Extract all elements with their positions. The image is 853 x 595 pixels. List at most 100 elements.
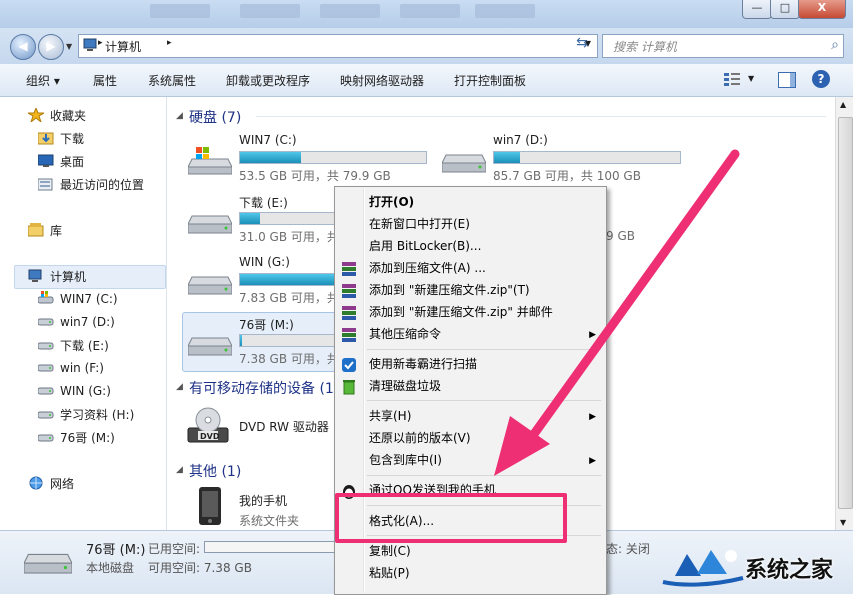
menu-item-open[interactable]: 打开(O) [369,191,414,213]
dvd-drive-item[interactable]: DVD DVD RW 驱动器 [184,402,334,452]
group-header-hdd[interactable]: 硬盘 (7) [189,107,241,127]
sidebar-item-computer[interactable]: 计算机 [28,268,86,288]
annotation-arrow [494,149,740,476]
details-drive-name: 76哥 (M:) [86,543,146,558]
back-button[interactable]: ◀ [10,34,36,60]
menu-item-open-new-window[interactable]: 在新窗口中打开(E) [369,213,470,235]
sidebar-item-drive[interactable]: 76哥 (M:) [37,429,115,449]
drive-item-e[interactable]: 下载 (E:) 31.0 GB 可用，共 [184,194,427,246]
organize-button[interactable]: 组织 ▾ [26,72,60,89]
network-icon [28,476,44,490]
menu-item-share[interactable]: 共享(H) [369,405,411,427]
phone-type: 系统文件夹 [239,514,300,528]
drive-icon [37,383,54,397]
antivirus-icon [342,358,356,372]
collapse-icon[interactable]: ◢ [176,111,183,121]
open-control-panel-button[interactable]: 打开控制面板 [454,72,526,89]
drive-icon [188,276,232,295]
drive-name: 下载 (E:) [239,196,288,210]
help-icon[interactable]: ? [812,70,830,88]
breadcrumb-chevron-icon[interactable]: ▸ [167,38,172,48]
system-drive-icon [37,291,54,305]
maximize-button[interactable]: □ [770,0,800,19]
sidebar-item-drive[interactable]: 学习资料 (H:) [37,406,134,426]
collapse-icon[interactable]: ◢ [176,382,183,392]
sidebar-item-desktop[interactable]: 桌面 [37,153,84,173]
drive-icon [188,337,232,356]
phone-icon [199,487,221,525]
drive-name: WIN (G:) [239,255,290,269]
recent-places-icon [37,177,54,191]
drive-size: 53.5 GB 可用，共 79.9 GB [239,169,391,183]
sidebar-item-favorites[interactable]: 收藏夹 [26,106,86,127]
drive-item-g[interactable]: WIN (G:) 7.83 GB 可用，共 [184,255,427,307]
system-drive-icon [188,147,232,175]
details-state: 态: 关闭 [606,542,650,556]
phone-item[interactable]: 我的手机 系统文件夹 [184,484,334,530]
sidebar-item-network[interactable]: 网络 [28,475,74,495]
group-header-other[interactable]: 其他 (1) [189,461,241,481]
drive-icon [37,338,54,352]
map-network-drive-button[interactable]: 映射网络驱动器 [340,72,424,89]
vertical-scrollbar[interactable]: ▲ ▼ [835,97,853,530]
phone-name: 我的手机 [239,494,288,508]
scroll-thumb[interactable] [838,117,853,509]
minimize-button[interactable]: — [742,0,772,19]
view-options-icon[interactable] [724,72,740,86]
address-field[interactable]: ▸ 计算机 ▸ ▼ [78,34,598,58]
preview-pane-icon[interactable] [778,72,796,88]
menu-item-include-library[interactable]: 包含到库中(I) [369,449,442,471]
drive-icon [188,215,232,234]
collapse-icon[interactable]: ◢ [176,465,183,475]
sidebar-item-drive[interactable]: win (F:) [37,360,104,380]
details-free-space: 可用空间: 7.38 GB [148,561,252,575]
dvd-drive-icon: DVD [187,407,229,443]
refresh-icon[interactable]: ⇆ [572,35,592,55]
breadcrumb[interactable]: 计算机 [105,38,141,55]
desktop-icon [37,154,54,168]
drive-item-c[interactable]: WIN7 (C:) 53.5 GB 可用，共 79.9 GB [184,133,434,185]
close-button[interactable]: X [798,0,846,19]
menu-item-restore-versions[interactable]: 还原以前的版本(V) [369,427,471,449]
drive-icon [37,407,54,421]
menu-item-paste[interactable]: 粘贴(P) [369,562,410,584]
drive-usage-fill [240,152,302,163]
search-input[interactable]: 搜索 计算机 ⌕ [602,34,844,58]
trash-cleaner-icon [343,380,355,395]
menu-item-copy[interactable]: 复制(C) [369,540,411,562]
drive-usage-fill [240,213,261,224]
sidebar-item-drive[interactable]: WIN7 (C:) [37,291,118,311]
drive-usage-fill [240,335,242,346]
drive-name: win7 (D:) [493,133,548,147]
winrar-icon [342,284,356,298]
menu-item-scan-virus[interactable]: 使用新毒霸进行扫描 [369,353,477,375]
sidebar-item-drive[interactable]: win7 (D:) [37,314,115,334]
drive-item-m[interactable]: 76哥 (M:) 7.38 GB 可用，共 [184,316,427,368]
view-dropdown-icon[interactable]: ▼ [748,74,754,83]
navigation-pane: 收藏夹 下载 桌面 最近访问的位置 库 计算机 WIN7 (C:) win7 (… [0,97,167,530]
forward-button[interactable]: ▶ [38,34,64,60]
sidebar-item-recent[interactable]: 最近访问的位置 [37,176,144,196]
sidebar-item-libraries[interactable]: 库 [27,222,62,242]
drive-size: 31.0 GB 可用，共 [239,230,339,244]
properties-button[interactable]: 属性 [93,72,117,89]
drive-name: WIN7 (C:) [239,133,297,147]
system-properties-button[interactable]: 系统属性 [148,72,196,89]
group-header-removable[interactable]: 有可移动存储的设备 (1) [189,378,339,398]
search-icon[interactable]: ⌕ [831,37,839,53]
scroll-up-icon[interactable]: ▲ [840,100,846,109]
drive-icon [37,314,54,328]
sidebar-item-drive[interactable]: WIN (G:) [37,383,111,403]
menu-item-other-compress[interactable]: 其他压缩命令 [369,323,441,345]
sidebar-item-drive[interactable]: 下载 (E:) [37,337,109,357]
computer-icon [83,38,97,51]
details-drive-type: 本地磁盘 [86,561,135,575]
uninstall-program-button[interactable]: 卸载或更改程序 [226,72,310,89]
watermark-logo [662,550,744,587]
menu-item-bitlocker[interactable]: 启用 BitLocker(B)... [369,235,481,257]
menu-item-clean-disk[interactable]: 清理磁盘垃圾 [369,375,441,397]
history-dropdown-icon[interactable]: ▼ [66,42,72,51]
menu-item-add-archive[interactable]: 添加到压缩文件(A) ... [369,257,486,279]
scroll-down-icon[interactable]: ▼ [840,518,846,527]
sidebar-item-downloads[interactable]: 下载 [37,130,84,150]
